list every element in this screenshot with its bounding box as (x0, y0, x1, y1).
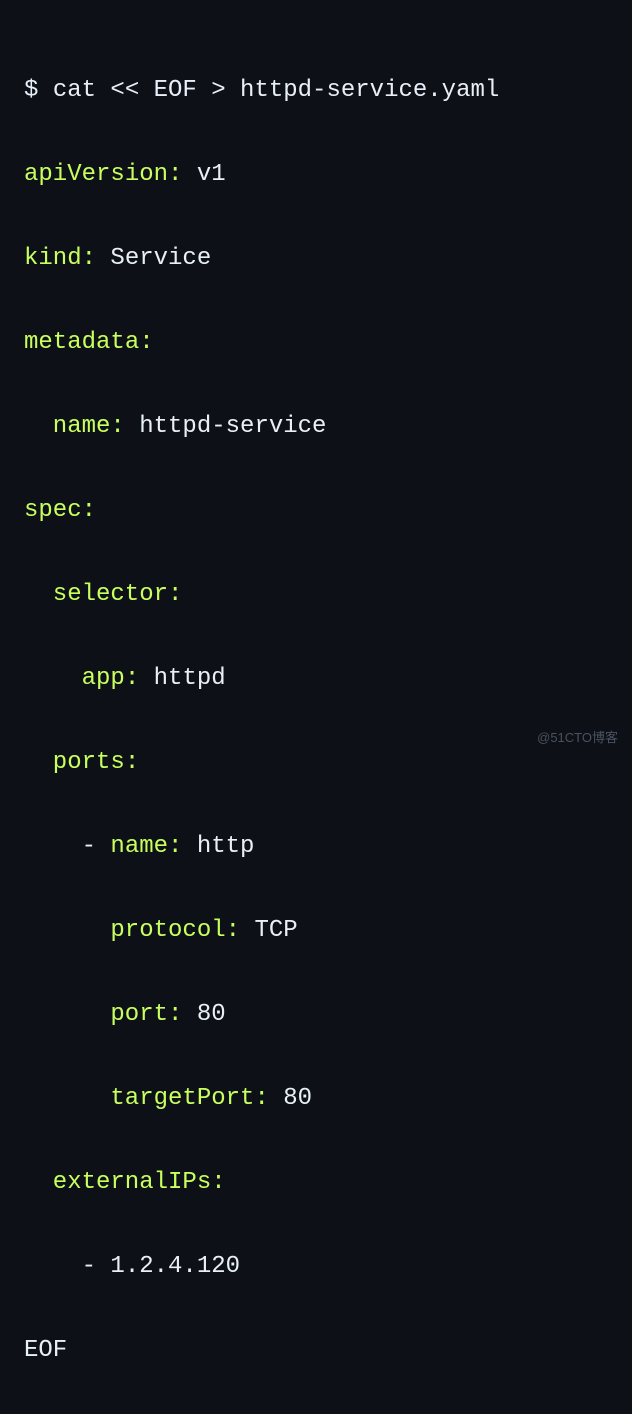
yaml-key: metadata (24, 329, 139, 356)
yaml-value: 80 (283, 1085, 312, 1112)
yaml-value: 80 (197, 1001, 226, 1028)
yaml-key: port (110, 1001, 168, 1028)
yaml-key: kind (24, 245, 82, 272)
yaml-key: selector (53, 581, 168, 608)
yaml-value: httpd-service (139, 413, 326, 440)
code-block: $ cat << EOF > httpd-service.yaml apiVer… (24, 28, 608, 1414)
yaml-key: protocol (110, 917, 225, 944)
command-line: $ cat << EOF > httpd-service.yaml (24, 70, 608, 112)
yaml-key: name (110, 833, 168, 860)
yaml-value: TCP (254, 917, 297, 944)
yaml-key: externalIPs (53, 1169, 211, 1196)
yaml-line-metadata: metadata: (24, 322, 608, 364)
yaml-line-port-protocol: protocol: TCP (24, 910, 608, 952)
yaml-line-selector-app: app: httpd (24, 658, 608, 700)
eof-line: EOF (24, 1330, 608, 1372)
yaml-key: app (82, 665, 125, 692)
command-text: cat << EOF > httpd-service.yaml (53, 77, 499, 104)
yaml-key: spec (24, 497, 82, 524)
yaml-line-spec: spec: (24, 490, 608, 532)
yaml-key: name (53, 413, 111, 440)
yaml-key: ports (53, 749, 125, 776)
yaml-value: 1.2.4.120 (110, 1253, 240, 1280)
yaml-value: httpd (154, 665, 226, 692)
yaml-value: http (197, 833, 255, 860)
watermark: @51CTO博客 (537, 727, 618, 750)
eof-text: EOF (24, 1337, 67, 1364)
yaml-line-kind: kind: Service (24, 238, 608, 280)
yaml-line-port-name: - name: http (24, 826, 608, 868)
shell-prompt: $ (24, 77, 53, 104)
yaml-line-port-targetport: targetPort: 80 (24, 1078, 608, 1120)
yaml-line-externalips: externalIPs: (24, 1162, 608, 1204)
yaml-line-ports: ports: (24, 742, 608, 784)
yaml-value: v1 (197, 161, 226, 188)
yaml-line-selector: selector: (24, 574, 608, 616)
yaml-line-port-port: port: 80 (24, 994, 608, 1036)
yaml-line-externalips-item: - 1.2.4.120 (24, 1246, 608, 1288)
yaml-key: apiVersion (24, 161, 168, 188)
yaml-line-metadata-name: name: httpd-service (24, 406, 608, 448)
yaml-line-apiversion: apiVersion: v1 (24, 154, 608, 196)
yaml-value: Service (110, 245, 211, 272)
yaml-key: targetPort (110, 1085, 254, 1112)
